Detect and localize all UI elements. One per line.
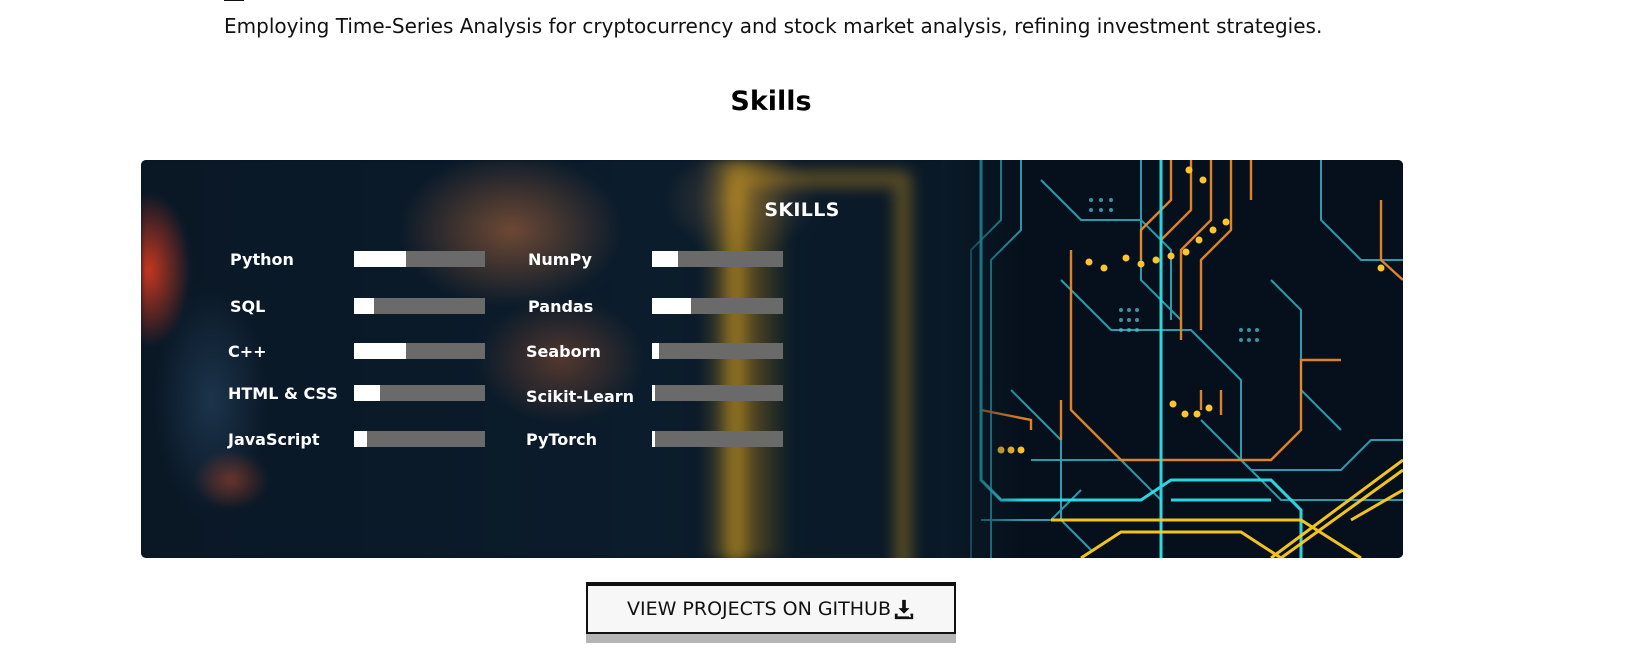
skill-label: HTML & CSS xyxy=(228,384,338,403)
skill-progress-bar xyxy=(652,431,783,447)
skill-progress-bar xyxy=(354,298,485,314)
skill-label: Python xyxy=(230,250,294,269)
skill-label: NumPy xyxy=(528,250,592,269)
view-projects-github-button[interactable]: VIEW PROJECTS ON GITHUB xyxy=(586,582,956,634)
skill-progress-fill xyxy=(652,431,655,447)
skill-progress-bar xyxy=(354,251,485,267)
skill-progress-fill xyxy=(354,251,407,267)
skills-card-title: SKILLS xyxy=(764,199,840,221)
skill-progress-fill xyxy=(354,298,374,314)
skill-label: Seaborn xyxy=(526,342,601,361)
skill-progress-fill xyxy=(354,343,407,359)
skill-label: SQL xyxy=(230,297,266,316)
skill-progress-fill xyxy=(652,298,692,314)
skills-card: SKILLS Python SQL C++ HTML & CSS JavaScr… xyxy=(141,160,1403,558)
github-button-label: VIEW PROJECTS ON GITHUB xyxy=(627,598,891,620)
skill-progress-bar xyxy=(354,385,485,401)
skill-progress-bar xyxy=(652,343,783,359)
cut-off-text-fragment xyxy=(224,0,254,2)
skills-heading: Skills xyxy=(730,86,812,117)
skill-progress-bar xyxy=(354,431,485,447)
skill-progress-fill xyxy=(652,251,679,267)
skill-progress-bar xyxy=(652,251,783,267)
skill-progress-bar xyxy=(652,385,783,401)
skill-label: Scikit-Learn xyxy=(526,387,635,406)
skill-progress-fill xyxy=(354,385,381,401)
download-icon xyxy=(894,599,914,620)
skill-label: JavaScript xyxy=(228,430,320,449)
intro-paragraph: Employing Time-Series Analysis for crypt… xyxy=(224,14,1323,38)
skill-label: Pandas xyxy=(528,297,594,316)
skill-progress-fill xyxy=(354,431,368,447)
skill-label: PyTorch xyxy=(526,430,597,449)
skill-progress-fill xyxy=(652,343,659,359)
skill-label: C++ xyxy=(228,342,267,361)
skill-progress-bar xyxy=(652,298,783,314)
page: Employing Time-Series Analysis for crypt… xyxy=(0,0,1626,661)
skill-progress-bar xyxy=(354,343,485,359)
skill-progress-fill xyxy=(652,385,655,401)
